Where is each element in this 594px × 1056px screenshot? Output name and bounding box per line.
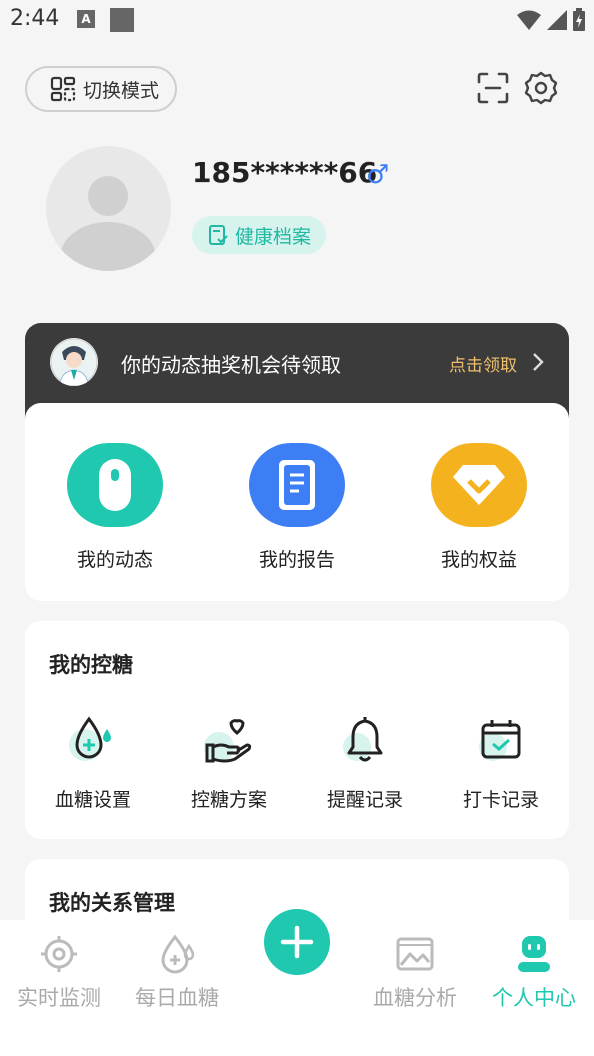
health-record-icon bbox=[208, 225, 228, 245]
sugar-plan-button[interactable]: 控糖方案 bbox=[161, 715, 297, 812]
quick-actions-card: 我的动态 我的报告 我的权益 bbox=[25, 403, 569, 601]
checkin-records-label: 打卡记录 bbox=[462, 789, 539, 811]
reminder-records-label: 提醒记录 bbox=[326, 789, 403, 811]
calendar-check-icon bbox=[475, 715, 527, 767]
my-benefits-label: 我的权益 bbox=[440, 549, 517, 571]
tab-glucose-analysis[interactable]: 血糖分析 bbox=[356, 934, 474, 1012]
health-record-button[interactable]: 健康档案 bbox=[192, 216, 326, 254]
default-avatar-icon bbox=[60, 176, 156, 271]
my-report-icon bbox=[249, 443, 345, 527]
reminder-records-button[interactable]: 提醒记录 bbox=[297, 715, 433, 812]
add-record-button[interactable] bbox=[264, 909, 330, 975]
switch-mode-icon bbox=[50, 76, 76, 102]
status-time: 2:44 bbox=[10, 6, 60, 31]
checkin-records-button[interactable]: 打卡记录 bbox=[433, 715, 569, 812]
battery-icon bbox=[573, 8, 585, 31]
doctor-avatar bbox=[50, 338, 98, 386]
target-icon bbox=[41, 936, 77, 972]
glucose-settings-label: 血糖设置 bbox=[54, 789, 131, 811]
status-bar: 2:44 A bbox=[0, 0, 594, 40]
tab-glucose-analysis-label: 血糖分析 bbox=[373, 986, 457, 1010]
scan-icon[interactable] bbox=[475, 70, 511, 106]
image-chart-icon bbox=[396, 937, 434, 971]
wifi-icon bbox=[517, 10, 541, 30]
tab-realtime-monitor-label: 实时监测 bbox=[17, 986, 101, 1010]
my-activity-label: 我的动态 bbox=[76, 549, 153, 571]
signal-icon bbox=[547, 10, 567, 30]
avatar[interactable] bbox=[46, 146, 171, 271]
notification-a-icon: A bbox=[77, 10, 95, 28]
hand-heart-icon bbox=[203, 715, 255, 767]
bell-icon bbox=[339, 715, 391, 767]
promo-claim-link[interactable]: 点击领取 bbox=[449, 351, 517, 376]
robot-person-icon bbox=[518, 936, 550, 972]
my-activity-icon bbox=[67, 443, 163, 527]
sugar-plan-label: 控糖方案 bbox=[190, 789, 267, 811]
tab-personal-center[interactable]: 个人中心 bbox=[475, 934, 593, 1012]
my-report-label: 我的报告 bbox=[258, 549, 335, 571]
gender-male-icon: ♂ bbox=[366, 160, 390, 190]
diamond-icon bbox=[431, 443, 527, 527]
drop-plus-tab-icon bbox=[161, 934, 195, 974]
promo-text: 你的动态抽奖机会待领取 bbox=[121, 353, 341, 377]
user-phone: 185******66 bbox=[192, 156, 378, 189]
tab-personal-center-label: 个人中心 bbox=[492, 986, 576, 1010]
switch-mode-label: 切换模式 bbox=[83, 79, 160, 102]
settings-gear-icon[interactable] bbox=[523, 70, 559, 106]
tab-realtime-monitor[interactable]: 实时监测 bbox=[0, 934, 118, 1012]
tab-daily-glucose-label: 每日血糖 bbox=[135, 986, 219, 1010]
glucose-settings-button[interactable]: 血糖设置 bbox=[25, 715, 161, 812]
plus-icon bbox=[280, 925, 314, 959]
my-activity-button[interactable]: 我的动态 bbox=[45, 443, 185, 572]
drop-plus-icon bbox=[67, 715, 119, 767]
my-report-button[interactable]: 我的报告 bbox=[227, 443, 367, 572]
relations-title: 我的关系管理 bbox=[49, 891, 175, 915]
switch-mode-button[interactable]: 切换模式 bbox=[25, 66, 177, 112]
health-record-label: 健康档案 bbox=[234, 225, 311, 248]
sugar-control-card: 我的控糖 血糖设置 控糖方案 提醒记录 打卡记录 bbox=[25, 621, 569, 839]
tab-daily-glucose[interactable]: 每日血糖 bbox=[118, 934, 236, 1012]
my-benefits-button[interactable]: 我的权益 bbox=[409, 443, 549, 572]
sugar-control-title: 我的控糖 bbox=[49, 653, 133, 677]
notification-square-icon bbox=[110, 8, 134, 32]
chevron-right-icon bbox=[533, 353, 544, 371]
